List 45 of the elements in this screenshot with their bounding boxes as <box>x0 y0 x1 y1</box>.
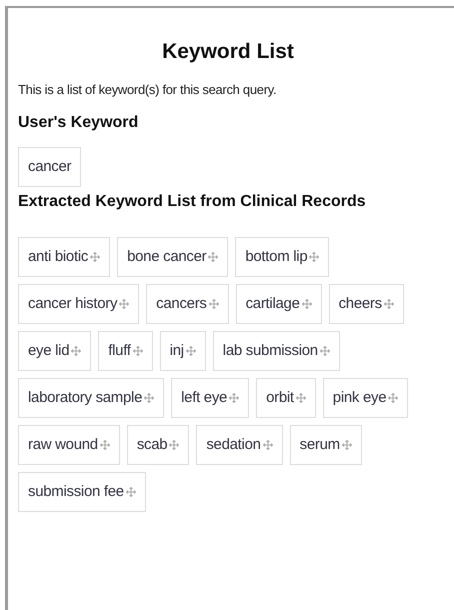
keyword-tag[interactable]: cancers <box>146 284 229 324</box>
keyword-tag[interactable]: scab <box>126 425 190 465</box>
move-icon <box>342 440 352 450</box>
move-icon <box>126 487 136 497</box>
keyword-tag[interactable]: anti biotic <box>18 237 110 277</box>
keyword-tag[interactable]: fluff <box>98 331 153 371</box>
keyword-tag[interactable]: lab submission <box>212 331 340 371</box>
move-icon <box>169 440 180 450</box>
move-icon <box>186 346 196 356</box>
keyword-tag[interactable]: raw wound <box>18 425 120 465</box>
keyword-tag[interactable]: left eye <box>171 378 250 418</box>
move-icon <box>388 393 398 403</box>
section-heading: Extracted Keyword List from Clinical Records <box>18 192 367 212</box>
keyword-tag[interactable]: sedation <box>196 425 283 465</box>
move-icon <box>71 346 82 356</box>
move-icon <box>262 440 273 450</box>
move-icon <box>296 393 306 403</box>
keyword-tag[interactable]: pink eye <box>322 378 408 418</box>
keyword-tag[interactable]: submission fee <box>18 472 146 512</box>
keyword-tag[interactable]: cancer <box>18 147 82 187</box>
move-icon <box>384 299 394 309</box>
move-icon <box>320 346 330 356</box>
keyword-tag[interactable]: bottom lip <box>235 237 330 277</box>
move-icon <box>309 252 320 262</box>
keyword-tag[interactable]: laboratory sample <box>18 378 164 418</box>
keyword-tag[interactable]: inj <box>160 331 206 371</box>
move-icon <box>90 252 100 262</box>
move-icon <box>132 346 143 356</box>
move-icon <box>208 252 218 262</box>
keyword-tag[interactable]: cartilage <box>236 284 322 324</box>
keyword-tag[interactable]: eye lid <box>18 331 92 371</box>
keyword-tag[interactable]: serum <box>290 425 362 465</box>
description-text: This is a list of keyword(s) for this search query. <box>18 80 278 99</box>
keyword-tag[interactable]: bone cancer <box>117 237 228 277</box>
move-icon <box>100 440 110 450</box>
keyword-tag[interactable]: cancer history <box>18 284 140 324</box>
move-icon <box>208 299 219 309</box>
move-icon <box>302 299 312 309</box>
page-title: Keyword List <box>161 39 295 65</box>
move-icon <box>119 299 130 309</box>
move-icon <box>144 393 154 403</box>
section-heading: User's Keyword <box>18 113 140 133</box>
move-icon <box>229 393 240 403</box>
keyword-tag[interactable]: orbit <box>256 378 316 418</box>
keyword-tag[interactable]: cheers <box>328 284 404 324</box>
